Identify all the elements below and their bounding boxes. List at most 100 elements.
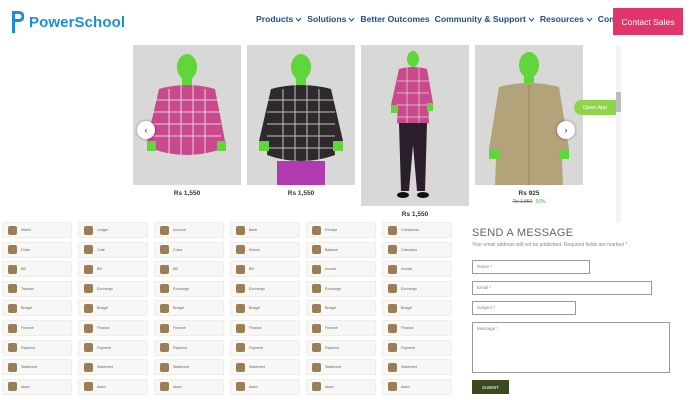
nav-community-support[interactable]: Community & Support [435, 14, 535, 24]
grid-item-icon [84, 343, 93, 353]
grid-item[interactable]: Statement [78, 359, 148, 376]
grid-item-label: Exchange [249, 286, 265, 291]
grid-item[interactable]: Exchange [154, 280, 224, 297]
grid-item-label: Finance [325, 326, 338, 330]
grid-item[interactable]: Alarm [306, 378, 376, 395]
grid-item-icon [236, 264, 245, 274]
grid-item-icon [388, 284, 397, 294]
product-image[interactable] [133, 45, 241, 185]
open-app-badge[interactable]: Open App [574, 100, 616, 115]
grid-item[interactable]: Payment [306, 339, 376, 356]
carousel-next-button[interactable]: › [557, 121, 575, 139]
nav-better-outcomes[interactable]: Better Outcomes [360, 14, 429, 24]
grid-item[interactable]: Bill [78, 261, 148, 278]
grid-item[interactable]: Alarm [2, 378, 72, 395]
submit-button[interactable]: SUBMIT [472, 380, 509, 394]
product-card[interactable]: Rs 1,550 [247, 45, 355, 197]
grid-item[interactable]: Budget [382, 300, 452, 317]
grid-item[interactable]: Budget [154, 300, 224, 317]
grid-item-label: Alarm [97, 384, 107, 389]
product-image[interactable] [475, 45, 583, 185]
grid-item-label: Statement [173, 365, 190, 370]
grid-item[interactable]: Statement [382, 359, 452, 376]
grid-item-icon [8, 343, 17, 353]
nav-products[interactable]: Products [256, 14, 302, 24]
grid-item[interactable]: Alarm [78, 378, 148, 395]
grid-item[interactable]: Bill [2, 261, 72, 278]
carousel-prev-button[interactable]: ‹ [137, 121, 155, 139]
message-field[interactable]: Message * [472, 322, 670, 373]
grid-item[interactable]: Budget [78, 300, 148, 317]
grid-item[interactable]: Statement [154, 359, 224, 376]
grid-item[interactable]: Bill [230, 261, 300, 278]
grid-item[interactable]: Payment [382, 339, 452, 356]
product-image[interactable] [361, 45, 469, 206]
grid-item-icon [160, 362, 169, 372]
grid-item[interactable]: Statement [2, 359, 72, 376]
grid-item[interactable]: Bank [230, 222, 300, 238]
subject-field[interactable]: Subject * [472, 301, 576, 315]
grid-item[interactable]: Budget [230, 300, 300, 317]
grid-item-label: Bill [97, 267, 102, 272]
carousel-scrollbar[interactable] [616, 45, 621, 223]
brand-logo[interactable]: PowerSchool [10, 9, 125, 35]
grid-item[interactable]: Alarm [230, 378, 300, 395]
grid-item[interactable]: Invoice [306, 261, 376, 278]
grid-item-icon [160, 225, 169, 235]
grid-item[interactable]: Bill [154, 261, 224, 278]
grid-item[interactable]: Wallet [2, 222, 72, 238]
chevron-down-icon [295, 17, 302, 22]
grid-item[interactable]: Finance [78, 320, 148, 336]
grid-item[interactable]: Payment [154, 339, 224, 356]
grid-item[interactable]: Payment [78, 339, 148, 356]
grid-item[interactable]: Finance [230, 320, 300, 336]
grid-item[interactable]: Alarm [382, 378, 452, 395]
grid-item-label: Alarm [21, 384, 31, 389]
product-image[interactable] [247, 45, 355, 185]
grid-item[interactable]: Finance [154, 320, 224, 336]
form-subtitle: Your email address will not be published… [472, 242, 628, 248]
grid-item[interactable]: Invoice [382, 261, 452, 278]
contact-sales-button[interactable]: Contact Sales [613, 8, 683, 35]
grid-item[interactable]: Budget [2, 300, 72, 317]
grid-item-icon [236, 245, 245, 255]
grid-item[interactable]: Calculator [382, 241, 452, 258]
grid-item[interactable]: Finance [382, 320, 452, 336]
grid-item[interactable]: Money [230, 241, 300, 258]
grid-item-icon [312, 245, 321, 255]
grid-item[interactable]: Coins [154, 241, 224, 258]
grid-item-label: Invoice [325, 267, 337, 272]
grid-item[interactable]: Account [154, 222, 224, 238]
grid-item[interactable]: Finance [2, 320, 72, 336]
grid-item[interactable]: Transfer [2, 280, 72, 297]
name-field[interactable]: Name * [472, 260, 590, 274]
chevron-down-icon [528, 17, 535, 22]
nav-solutions[interactable]: Solutions [307, 14, 355, 24]
grid-item[interactable]: Exchange [230, 280, 300, 297]
grid-item[interactable]: Receipt [306, 222, 376, 238]
carousel-scroll-thumb[interactable] [616, 92, 621, 112]
grid-item[interactable]: Checkbook [382, 222, 452, 238]
grid-item[interactable]: Cash [78, 241, 148, 258]
grid-item-icon [236, 284, 245, 294]
nav-resources[interactable]: Resources [540, 14, 593, 24]
product-card[interactable]: Rs 1,550 [361, 45, 469, 218]
grid-item[interactable]: Balance [306, 241, 376, 258]
grid-item-icon [8, 303, 17, 313]
grid-item-icon [388, 303, 397, 313]
grid-item[interactable]: Finance [306, 320, 376, 336]
grid-item[interactable]: Payment [230, 339, 300, 356]
email-field[interactable]: Email * [472, 281, 652, 295]
grid-item[interactable]: Exchange [382, 280, 452, 297]
grid-item[interactable]: Statement [230, 359, 300, 376]
grid-item[interactable]: Payment [2, 339, 72, 356]
grid-item[interactable]: Ledger [78, 222, 148, 238]
grid-item-label: Money [249, 247, 260, 252]
grid-item[interactable]: Statement [306, 359, 376, 376]
grid-item[interactable]: Alarm [154, 378, 224, 395]
grid-item-icon [8, 264, 17, 274]
grid-item[interactable]: Dollar [2, 241, 72, 258]
grid-item[interactable]: Exchange [78, 280, 148, 297]
grid-item[interactable]: Exchange [306, 280, 376, 297]
grid-item[interactable]: Budget [306, 300, 376, 317]
